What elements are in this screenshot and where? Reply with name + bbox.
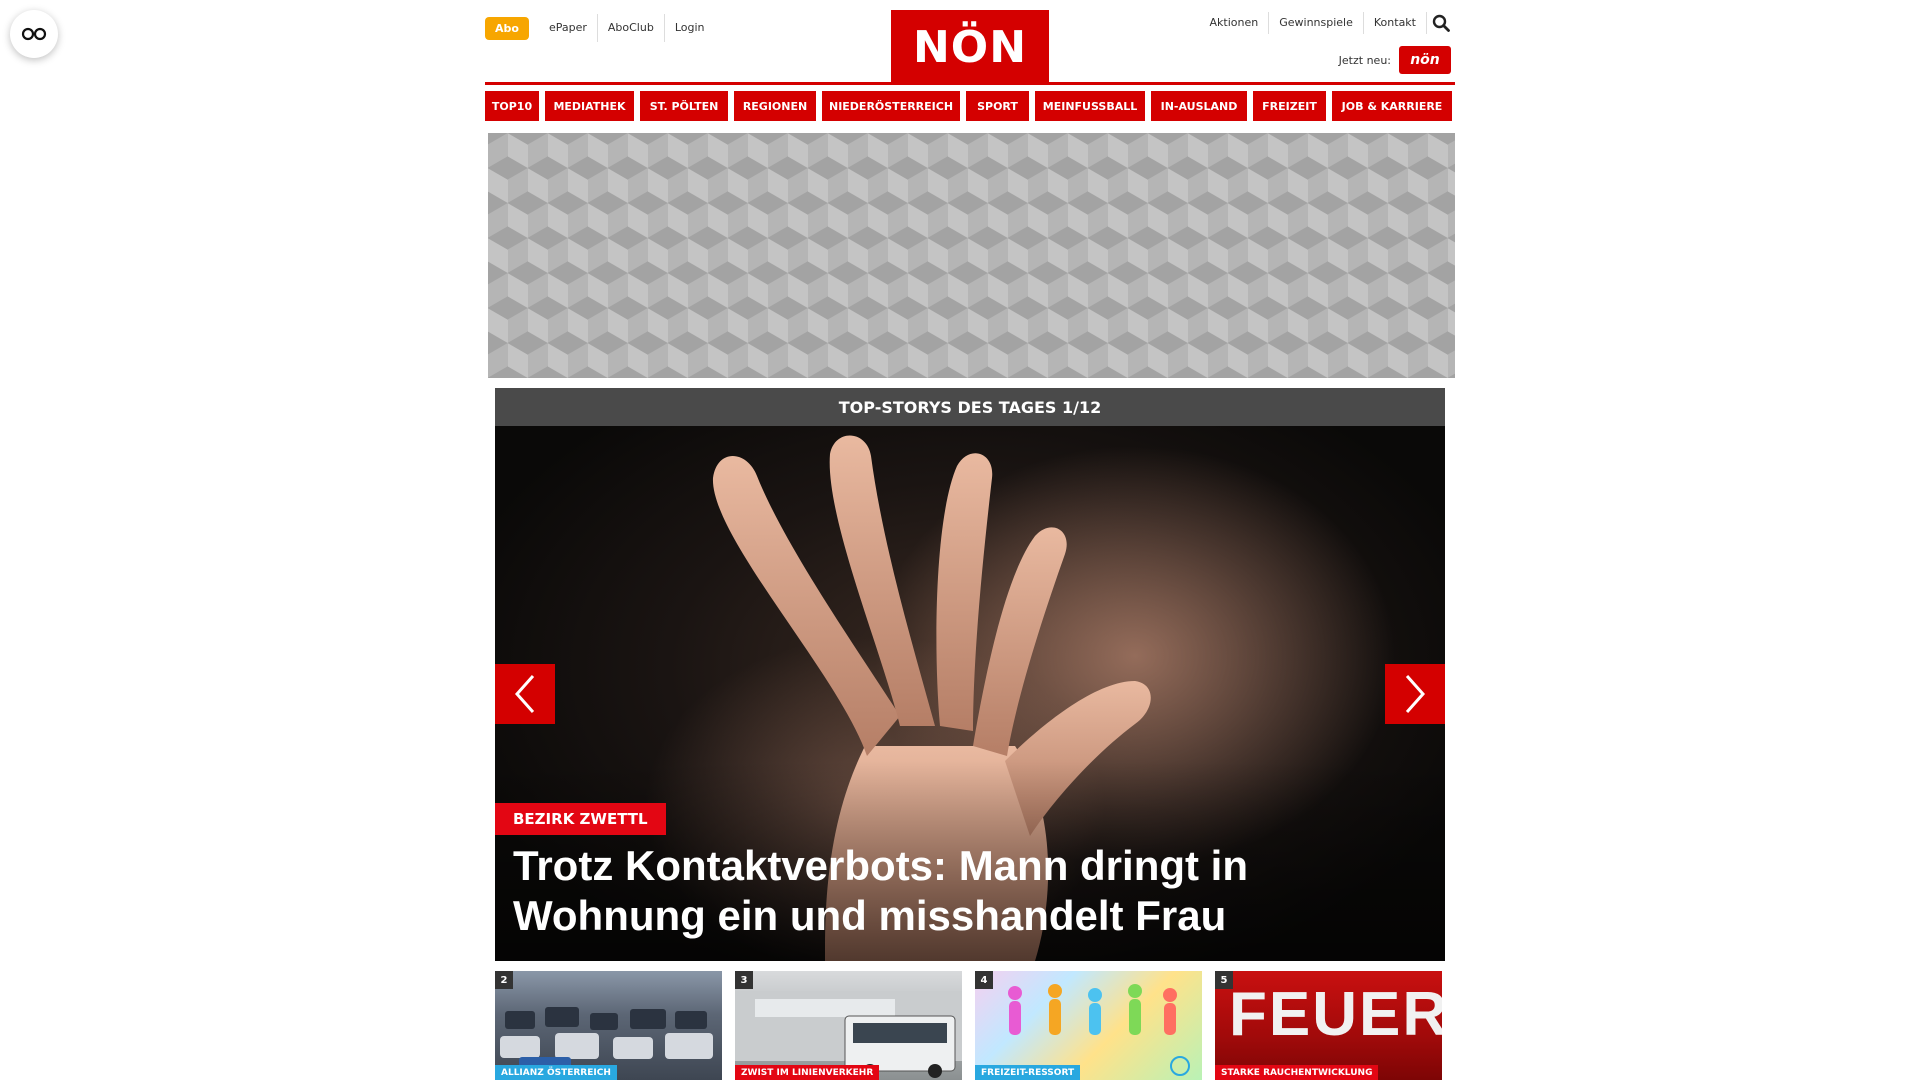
site-logo[interactable]: NÖN bbox=[891, 10, 1049, 84]
header-divider bbox=[485, 82, 1455, 85]
traffic-image bbox=[500, 1007, 713, 1077]
thumbnail-number: 5 bbox=[1215, 971, 1233, 989]
thumbnail-number: 4 bbox=[975, 971, 993, 989]
aktionen-link[interactable]: Aktionen bbox=[1200, 12, 1270, 34]
fire-truck-lettering: FEUERW bbox=[1229, 980, 1442, 1049]
story-thumbnail[interactable]: 2 ALLIANZ ÖSTERREICH bbox=[495, 971, 722, 1080]
main-navigation: TOP10 MEDIATHEK ST. PÖLTEN REGIONEN NIED… bbox=[485, 91, 1455, 121]
bus-image bbox=[735, 991, 962, 1078]
nav-item-meinfussball[interactable]: MEINFUSSBALL bbox=[1035, 91, 1145, 121]
hero-story[interactable]: BEZIRK ZWETTL Trotz Kontaktverbots: Mann… bbox=[495, 426, 1445, 961]
thumbnail-category: STARKE RAUCHENTWICKLUNG bbox=[1215, 1065, 1379, 1080]
nav-item-job-karriere[interactable]: JOB & KARRIERE bbox=[1332, 91, 1452, 121]
story-thumbnails: 2 ALLIANZ ÖSTERREICH 3 ZWIST IM LINIENVE… bbox=[495, 971, 1445, 1080]
header: Abo ePaper AboClub Login NÖN Aktionen Ge… bbox=[485, 0, 1455, 84]
search-icon[interactable] bbox=[1427, 12, 1455, 34]
nav-item-freizeit[interactable]: FREIZEIT bbox=[1253, 91, 1326, 121]
aboclub-link[interactable]: AboClub bbox=[596, 14, 664, 42]
story-thumbnail[interactable]: FEUERW 5 STARKE RAUCHENTWICKLUNG bbox=[1215, 971, 1442, 1080]
story-thumbnail[interactable]: 3 ZWIST IM LINIENVERKEHR bbox=[735, 971, 962, 1080]
thumbnail-number: 3 bbox=[735, 971, 753, 989]
gewinnspiele-link[interactable]: Gewinnspiele bbox=[1269, 12, 1364, 34]
nav-item-in-ausland[interactable]: IN-AUSLAND bbox=[1151, 91, 1247, 121]
ad-banner[interactable] bbox=[488, 133, 1455, 378]
glasses-icon bbox=[21, 27, 47, 41]
service-links: Aktionen Gewinnspiele Kontakt bbox=[1200, 12, 1455, 34]
promo-block: Jetzt neu: nön bbox=[1339, 46, 1451, 74]
hero-headline[interactable]: Trotz Kontaktverbots: Mann dringt in Woh… bbox=[513, 841, 1373, 941]
reader-mode-button[interactable] bbox=[10, 10, 58, 58]
top-stories-heading: TOP-STORYS DES TAGES 1/12 bbox=[495, 388, 1445, 426]
thumbnail-category: FREIZEIT-RESSORT bbox=[975, 1065, 1081, 1080]
carousel-next-button[interactable] bbox=[1385, 664, 1445, 724]
chevron-right-icon bbox=[1405, 675, 1426, 713]
carousel-prev-button[interactable] bbox=[495, 664, 555, 724]
chevron-left-icon bbox=[514, 675, 535, 713]
nav-item-niederoesterreich[interactable]: NIEDERÖSTERREICH bbox=[822, 91, 960, 121]
kontakt-link[interactable]: Kontakt bbox=[1364, 12, 1427, 34]
nav-item-top10[interactable]: TOP10 bbox=[485, 91, 539, 121]
abo-button[interactable]: Abo bbox=[485, 16, 529, 40]
nav-item-sport[interactable]: SPORT bbox=[966, 91, 1029, 121]
nav-item-regionen[interactable]: REGIONEN bbox=[734, 91, 816, 121]
promo-label: Jetzt neu: bbox=[1338, 53, 1391, 67]
story-thumbnail[interactable]: 4 FREIZEIT-RESSORT bbox=[975, 971, 1202, 1080]
figures-image bbox=[1008, 984, 1190, 1076]
hero-category-badge[interactable]: BEZIRK ZWETTL bbox=[495, 803, 666, 835]
nav-item-st-poelten[interactable]: ST. PÖLTEN bbox=[640, 91, 728, 121]
thumbnail-category: ZWIST IM LINIENVERKEHR bbox=[735, 1065, 880, 1080]
thumbnail-category: ALLIANZ ÖSTERREICH bbox=[495, 1065, 617, 1080]
promo-badge[interactable]: nön bbox=[1399, 46, 1451, 74]
nav-item-mediathek[interactable]: MEDIATHEK bbox=[545, 91, 634, 121]
login-link[interactable]: Login bbox=[663, 14, 715, 42]
top-links: Abo ePaper AboClub Login bbox=[485, 14, 715, 42]
page-wrapper: Abo ePaper AboClub Login NÖN Aktionen Ge… bbox=[485, 0, 1455, 1080]
thumbnail-number: 2 bbox=[495, 971, 513, 989]
epaper-link[interactable]: ePaper bbox=[539, 14, 597, 42]
